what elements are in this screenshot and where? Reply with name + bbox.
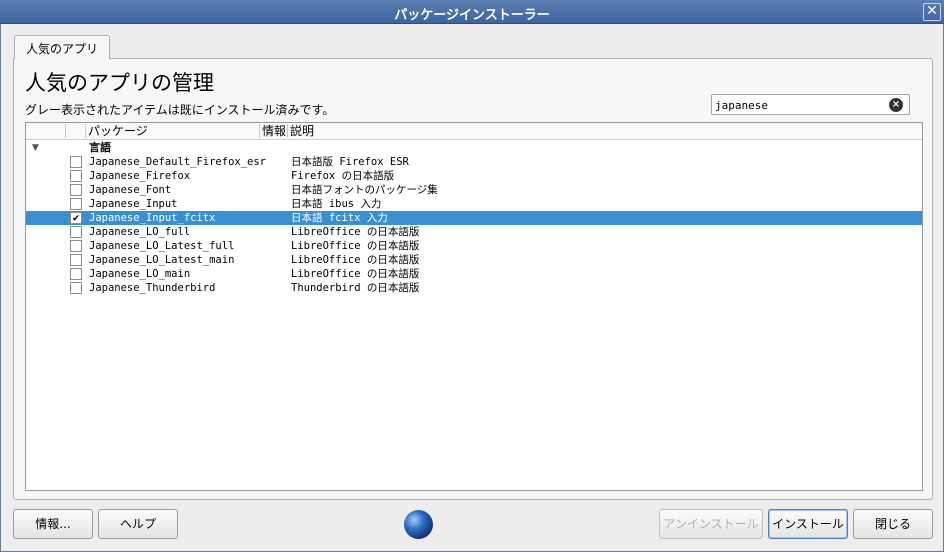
table-row[interactable]: ✔ Japanese_Input_fcitx 日本語 fcitx 入力 (26, 211, 922, 225)
checkbox[interactable] (70, 268, 82, 280)
title-bar: パッケージインストーラー ✕ (0, 0, 944, 24)
package-description: LibreOffice の日本語版 (291, 240, 420, 252)
close-icon[interactable]: ✕ (923, 3, 941, 21)
package-description: LibreOffice の日本語版 (291, 268, 420, 280)
package-description: 日本語版 Firefox ESR (291, 156, 409, 168)
search-input[interactable] (715, 97, 885, 113)
tab-panel: 人気のアプリの管理 グレー表示されたアイテムは既にインストール済みです。 × パ… (13, 58, 933, 500)
package-name: Japanese_LO_main (89, 268, 191, 280)
install-button[interactable]: インストール (768, 509, 848, 539)
package-list[interactable]: パッケージ 情報 説明 ▼ 言語 Japanese_Default_Firefo… (25, 122, 923, 491)
help-button[interactable]: ヘルプ (98, 509, 178, 539)
package-name: Japanese_Firefox (89, 170, 191, 182)
column-separator[interactable] (65, 124, 66, 138)
checkbox[interactable] (70, 226, 82, 238)
column-header-package[interactable]: パッケージ (86, 124, 148, 139)
window-body: 人気のアプリ 人気のアプリの管理 グレー表示されたアイテムは既にインストール済み… (0, 24, 944, 552)
table-row[interactable]: Japanese_Input 日本語 ibus 入力 (26, 197, 922, 211)
checkbox[interactable] (70, 240, 82, 252)
clear-search-icon[interactable]: × (889, 98, 903, 112)
package-description: Firefox の日本語版 (291, 170, 395, 182)
package-name: Japanese_Font (89, 184, 172, 196)
package-name: Japanese_Input (89, 198, 178, 210)
checkbox[interactable] (70, 156, 82, 168)
triangle-down-icon[interactable]: ▼ (32, 141, 39, 155)
column-header-info[interactable]: 情報 (260, 124, 286, 139)
checkbox-checked[interactable]: ✔ (70, 212, 82, 224)
table-row[interactable]: Japanese_Default_Firefox_esr 日本語版 Firefox… (26, 155, 922, 169)
package-name: Japanese_Input_fcitx (89, 212, 216, 224)
checkbox[interactable] (70, 198, 82, 210)
close-button[interactable]: 閉じる (853, 509, 933, 539)
package-description: 日本語 ibus 入力 (291, 198, 382, 210)
globe-icon (404, 510, 433, 539)
group-label: 言語 (89, 141, 111, 154)
group-row-language[interactable]: ▼ 言語 (26, 141, 922, 155)
table-row[interactable]: Japanese_LO_full LibreOffice の日本語版 (26, 225, 922, 239)
search-box: × (711, 94, 910, 115)
window-title: パッケージインストーラー (394, 8, 550, 23)
table-row[interactable]: Japanese_LO_main LibreOffice の日本語版 (26, 267, 922, 281)
table-row[interactable]: Japanese_LO_Latest_main LibreOffice の日本語版 (26, 253, 922, 267)
checkbox[interactable] (70, 170, 82, 182)
package-name: Japanese_Thunderbird (89, 282, 216, 294)
checkbox[interactable] (70, 184, 82, 196)
page-title: 人気のアプリの管理 (25, 71, 214, 95)
checkbox[interactable] (70, 254, 82, 266)
package-name: Japanese_LO_full (89, 226, 191, 238)
table-row[interactable]: Japanese_Font 日本語フォントのパッケージ集 (26, 183, 922, 197)
package-name: Japanese_Default_Firefox_esr (89, 156, 267, 168)
checkbox[interactable] (70, 282, 82, 294)
package-name: Japanese_LO_Latest_main (89, 254, 235, 266)
table-row[interactable]: Japanese_Firefox Firefox の日本語版 (26, 169, 922, 183)
package-description: 日本語フォントのパッケージ集 (291, 184, 438, 196)
package-name: Japanese_LO_Latest_full (89, 240, 235, 252)
column-header-description[interactable]: 説明 (288, 124, 314, 139)
tab-popular-apps[interactable]: 人気のアプリ (14, 35, 111, 59)
table-row[interactable]: Japanese_LO_Latest_full LibreOffice の日本語版 (26, 239, 922, 253)
package-description: LibreOffice の日本語版 (291, 254, 420, 266)
package-description: LibreOffice の日本語版 (291, 226, 420, 238)
checkmark-icon: ✔ (72, 211, 80, 224)
list-header: パッケージ 情報 説明 (26, 123, 922, 140)
page-description: グレー表示されたアイテムは既にインストール済みです。 (25, 103, 335, 117)
package-description: 日本語 fcitx 入力 (291, 212, 388, 224)
table-row[interactable]: Japanese_Thunderbird Thunderbird の日本語版 (26, 281, 922, 295)
uninstall-button[interactable]: アンインストール (659, 509, 763, 539)
info-button[interactable]: 情報... (13, 509, 93, 539)
package-description: Thunderbird の日本語版 (291, 282, 420, 294)
